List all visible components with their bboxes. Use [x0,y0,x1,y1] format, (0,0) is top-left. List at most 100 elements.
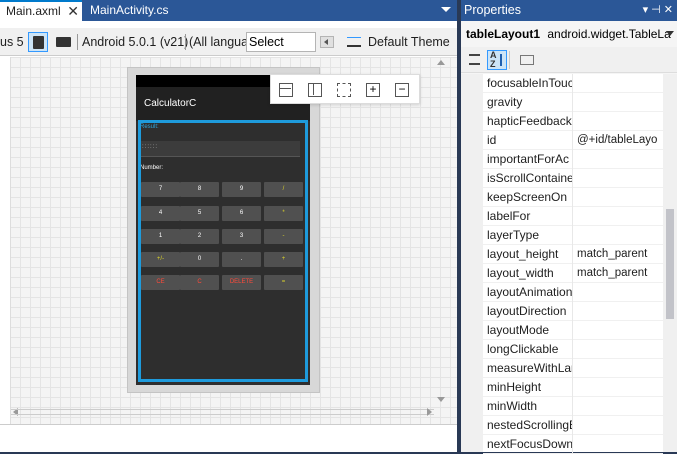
property-row[interactable]: keepScreenOn [483,188,663,207]
property-name: minWidth [487,397,573,416]
horizontal-scrollbar[interactable] [11,405,434,419]
chevron-down-icon [666,31,674,36]
property-value[interactable] [574,207,663,226]
vertical-scrollbar[interactable] [434,57,446,424]
language-selector[interactable]: (All langua [189,28,248,56]
property-value[interactable]: @+id/tableLayo [574,131,663,150]
arrow-up-icon[interactable] [437,60,445,65]
bottom-panel [0,424,457,452]
property-value[interactable] [574,74,663,93]
property-row[interactable]: labelFor [483,207,663,226]
window-controls-icon[interactable]: ▾ ⊣ ✕ [643,0,673,21]
menu-dropdown-button[interactable] [320,36,334,48]
property-name: id [487,131,573,150]
property-row[interactable]: hapticFeedbackl [483,112,663,131]
property-name: measureWithLar [487,359,573,378]
property-value[interactable] [574,397,663,416]
property-value[interactable] [574,340,663,359]
landscape-button[interactable] [54,32,74,52]
property-name: layout_height [487,245,573,264]
properties-scrollbar[interactable] [663,74,677,452]
property-row[interactable]: nextFocusDown [483,435,663,454]
property-name: layout_width [487,264,573,283]
property-row[interactable]: importantForAc [483,150,663,169]
property-row[interactable]: layerType [483,226,663,245]
property-value[interactable] [574,150,663,169]
row-line [280,88,291,89]
scroll-thumb[interactable] [11,409,434,415]
property-row[interactable]: focusableInTouc [483,74,663,93]
landscape-icon [56,37,71,47]
menu-select[interactable]: Select menu [246,32,316,67]
property-row[interactable]: nestedScrollingE [483,416,663,435]
property-value[interactable] [574,283,663,302]
property-value[interactable] [574,226,663,245]
object-selector[interactable]: tableLayout1 android.widget.TableLa [461,21,677,47]
col-line [313,84,314,95]
zoom-out-button[interactable]: − [395,83,409,97]
insert-column-button[interactable] [308,83,322,97]
property-grid: focusableInTouc gravity hapticFeedbackl id @… [461,74,677,454]
property-row[interactable]: minWidth [483,397,663,416]
object-type: android.widget.TableLa [547,27,671,41]
property-name: layoutAnimation [487,283,573,302]
zoom-in-button[interactable]: + [366,83,380,97]
selected-table-layout[interactable] [138,120,308,382]
property-row[interactable]: longClickable [483,340,663,359]
property-name: nestedScrollingE [487,416,573,435]
property-value[interactable] [574,112,663,131]
property-row[interactable]: layout_height match_parent [483,245,663,264]
property-value[interactable] [574,416,663,435]
tab-dropdown-icon[interactable] [441,7,451,12]
property-name: layoutDirection [487,302,573,321]
device-selector[interactable]: us 5 [0,28,24,56]
property-value[interactable] [574,188,663,207]
property-value[interactable] [574,169,663,188]
property-value[interactable] [574,435,663,454]
categorized-icon [469,54,480,65]
arrow-right-icon[interactable] [427,408,432,416]
property-name: longClickable [487,340,573,359]
property-row[interactable]: gravity [483,93,663,112]
separator [185,34,186,50]
insert-row-button[interactable] [279,83,293,97]
close-icon[interactable]: ✕ [67,2,79,21]
property-row[interactable]: id @+id/tableLayo [483,131,663,150]
property-row[interactable]: layoutAnimation [483,283,663,302]
separator [77,34,78,50]
property-name: minHeight [487,378,573,397]
portrait-button[interactable] [28,32,48,52]
arrow-down-icon[interactable] [437,397,445,402]
theme-icon [347,37,361,47]
property-value[interactable]: match_parent [574,245,663,264]
property-value[interactable] [574,302,663,321]
property-row[interactable]: measureWithLar [483,359,663,378]
arrow-left-icon [324,39,328,45]
property-name: layerType [487,226,573,245]
minus-icon: − [398,82,406,96]
property-value[interactable] [574,93,663,112]
categorized-button[interactable] [465,50,485,70]
fit-screen-button[interactable] [337,83,351,97]
designer-pane: Main.axml ✕ MainActivity.cs us 5 Android… [0,0,457,452]
property-row[interactable]: layout_width match_parent [483,264,663,283]
property-row[interactable]: isScrollContaine [483,169,663,188]
scroll-thumb[interactable] [666,209,674,319]
theme-selector[interactable]: Default Theme [368,28,450,56]
api-level-selector[interactable]: Android 5.0.1 (v21) [82,28,188,56]
property-value[interactable] [574,378,663,397]
property-value[interactable]: match_parent [574,264,663,283]
tab-mainactivity-cs[interactable]: MainActivity.cs [84,0,194,21]
tab-main-axml[interactable]: Main.axml ✕ [0,0,82,21]
property-name: gravity [487,93,573,112]
property-row[interactable]: layoutDirection [483,302,663,321]
property-pages-button[interactable] [517,50,537,70]
property-row[interactable]: layoutMode [483,321,663,340]
sort-arrow-icon [500,54,502,66]
alphabetical-button[interactable]: AZ [487,50,507,70]
tab-label: Main.axml [6,4,61,18]
property-pages-icon [520,55,534,65]
property-value[interactable] [574,321,663,340]
property-value[interactable] [574,359,663,378]
property-row[interactable]: minHeight [483,378,663,397]
